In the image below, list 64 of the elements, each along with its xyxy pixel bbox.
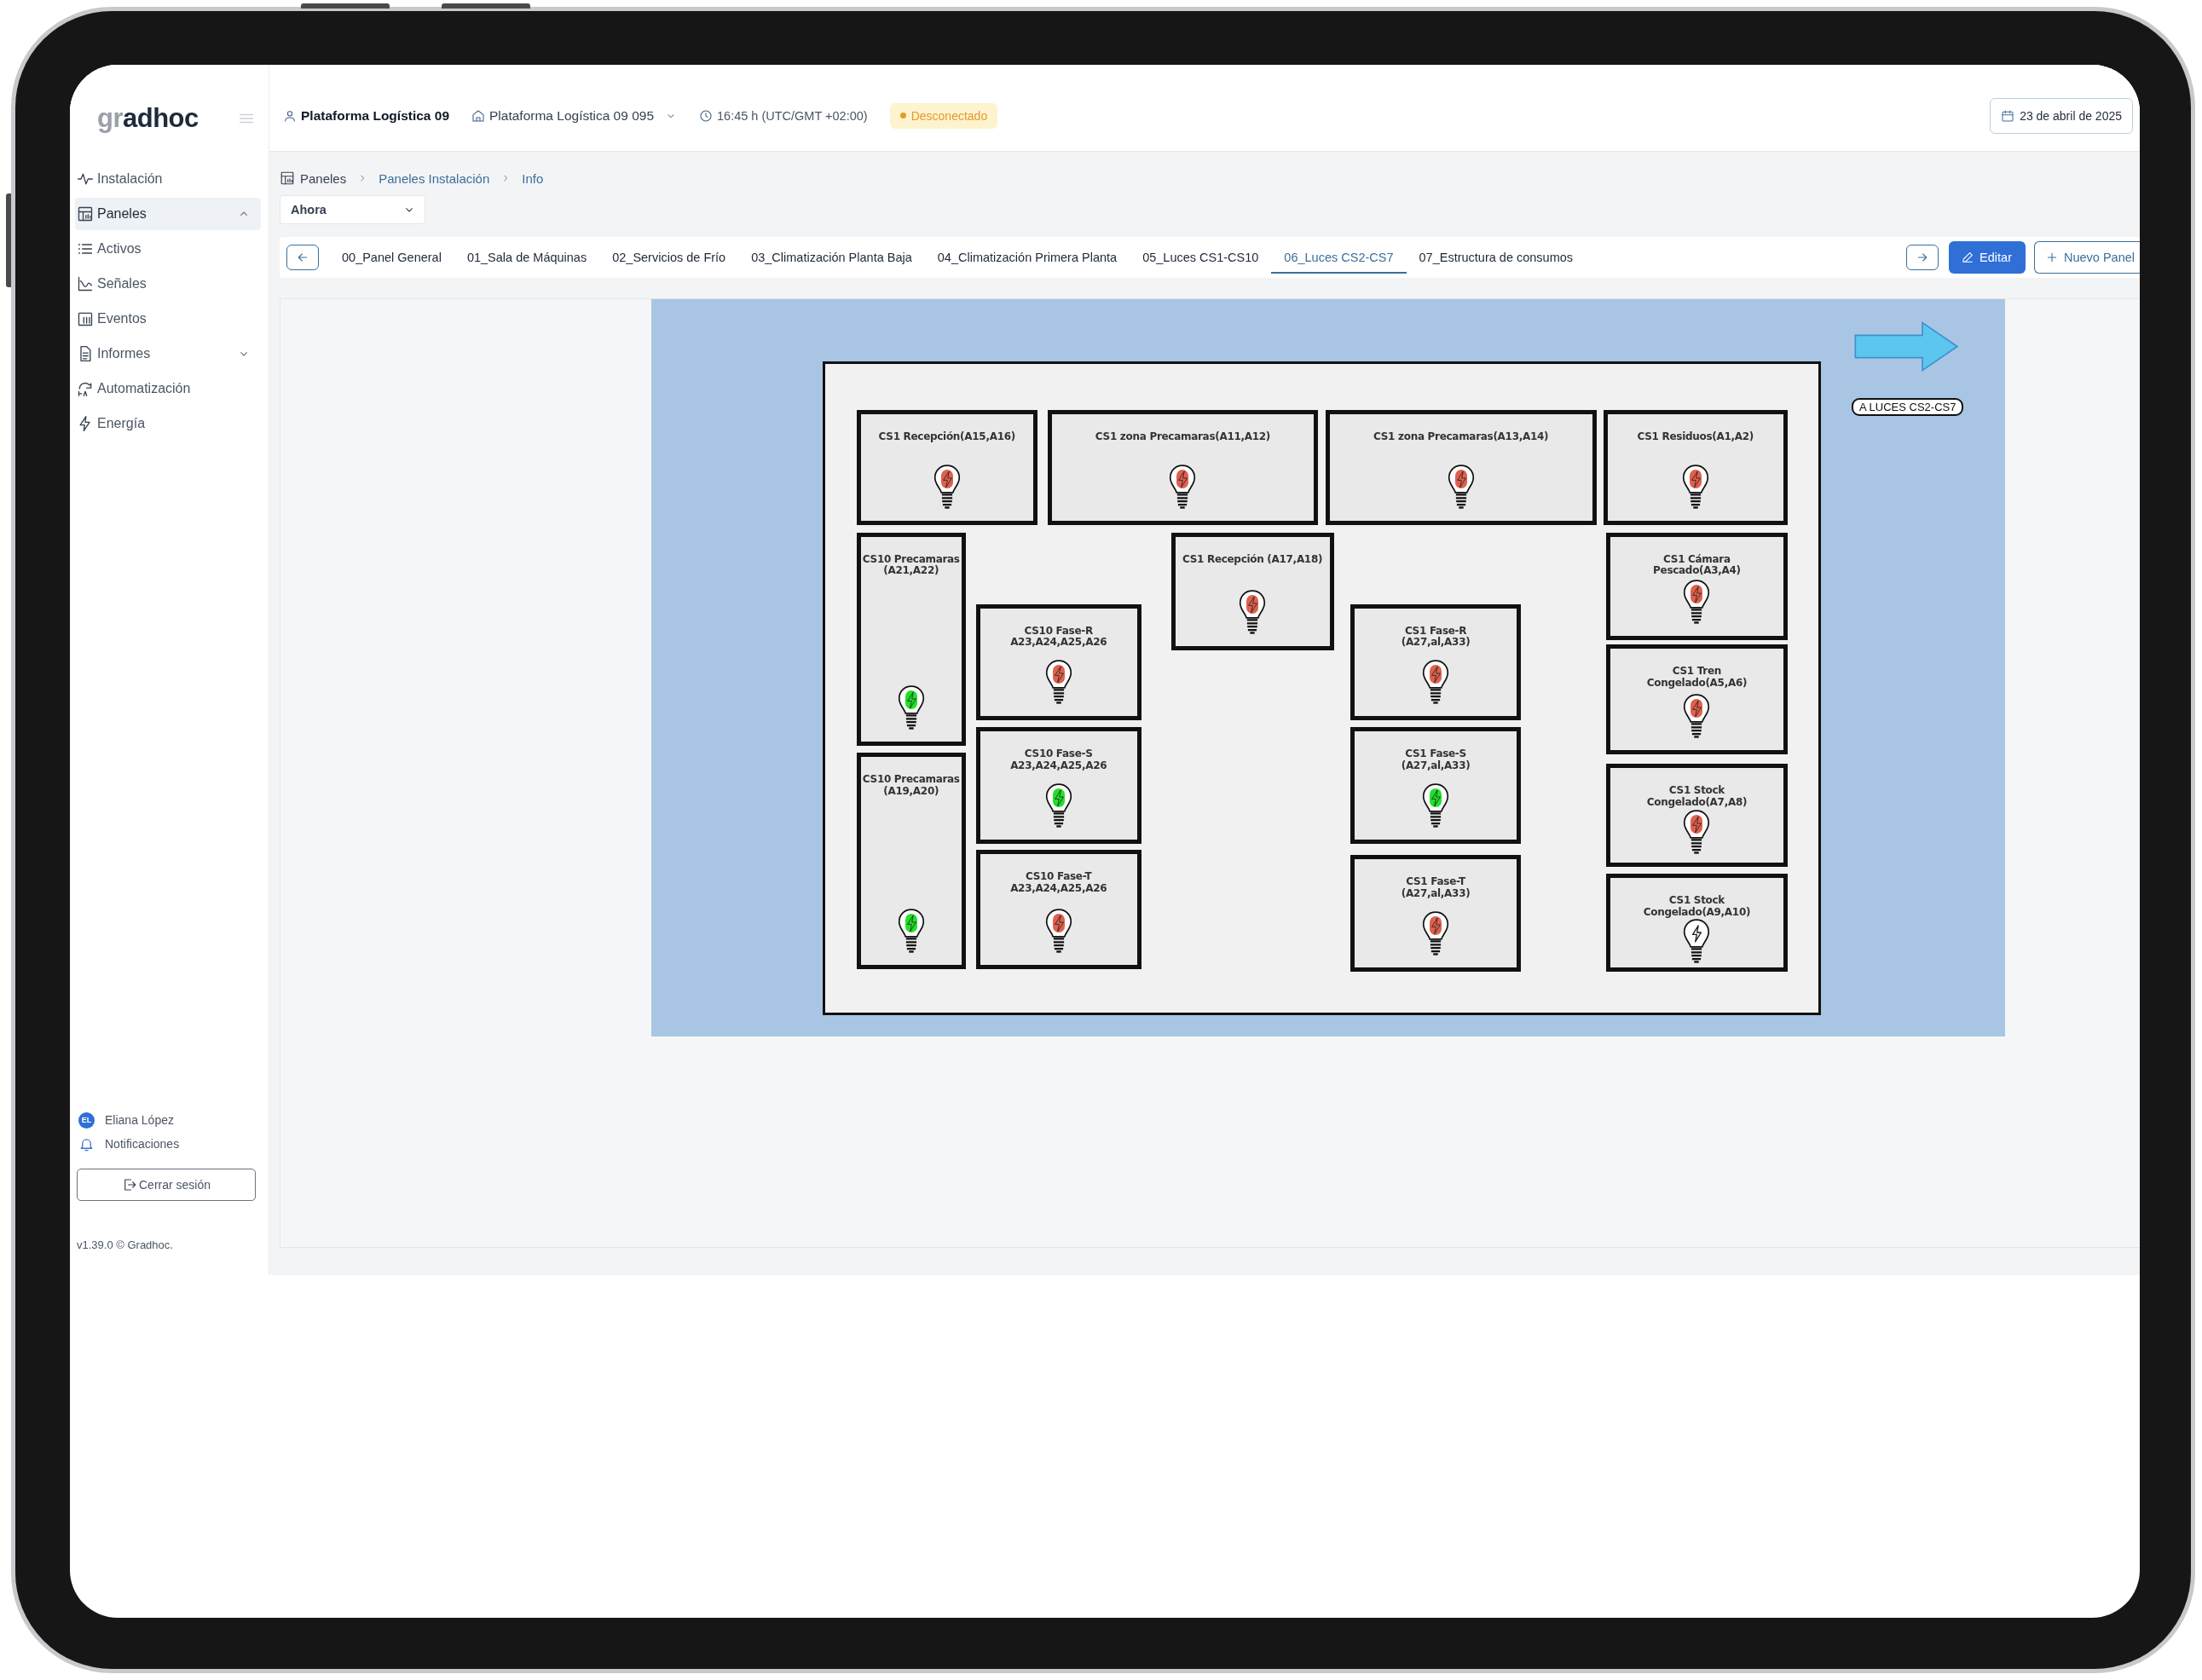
zone-label: CS1 zona Precamaras(A11,A12) bbox=[1095, 431, 1271, 443]
sidebar-item[interactable]: Instalación bbox=[75, 163, 261, 195]
zone-label: CS10 Precamaras (A19,A20) bbox=[862, 774, 960, 798]
chart-icon bbox=[77, 275, 94, 292]
calendar-icon bbox=[2001, 108, 2015, 123]
zone-label: CS1 Fase-S (A27,al,A33) bbox=[1401, 748, 1471, 772]
panel-tab[interactable]: 00_Panel General bbox=[329, 241, 454, 274]
arrow-left-icon bbox=[296, 251, 309, 264]
lightbulb-icon bbox=[1682, 918, 1712, 964]
zone-label: CS1 zona Precamaras(A13,A14) bbox=[1373, 431, 1549, 443]
time-text: 16:45 h (UTC/GMT +02:00) bbox=[717, 108, 868, 123]
zone-label: CS1 Fase-R (A27,al,A33) bbox=[1401, 625, 1471, 649]
pencil-icon bbox=[1961, 251, 1975, 264]
panel-tab[interactable]: 03_Climatización Planta Baja bbox=[738, 241, 925, 274]
zone-label: CS1 Stock Congelado(A9,A10) bbox=[1643, 894, 1751, 919]
user-icon bbox=[283, 108, 297, 123]
zone-label: CS10 Fase-R A23,A24,A25,A26 bbox=[1010, 625, 1107, 649]
sidebar-item[interactable]: Energía bbox=[75, 407, 261, 440]
back-button[interactable] bbox=[286, 245, 319, 270]
site-selector[interactable]: Plataforma Logística 09 095 bbox=[471, 107, 678, 124]
breadcrumb-link[interactable]: Info bbox=[522, 170, 544, 186]
new-panel-button[interactable]: Nuevo Panel bbox=[2033, 241, 2140, 274]
time-range-dropdown[interactable]: Ahora bbox=[280, 195, 425, 224]
zone-label: CS1 Recepción (A17,A18) bbox=[1182, 553, 1323, 566]
panel-tab[interactable]: 05_Luces CS1-CS10 bbox=[1130, 241, 1272, 274]
user-name: Eliana López bbox=[105, 1113, 174, 1127]
zone-label: CS10 Precamaras (A21,A22) bbox=[862, 553, 960, 578]
clock-icon bbox=[699, 108, 714, 123]
sidebar-item[interactable]: Informes bbox=[75, 338, 261, 370]
panel-tab[interactable]: 02_Servicios de Frío bbox=[599, 241, 739, 274]
logout-button[interactable]: Cerrar sesión bbox=[77, 1169, 256, 1201]
user-avatar: EL bbox=[78, 1111, 95, 1129]
zone-label: CS1 Recepción(A15,A16) bbox=[878, 431, 1015, 443]
zone-label: CS1 Residuos(A1,A2) bbox=[1637, 431, 1754, 443]
zone-label: CS1 Cámara Pescado(A3,A4) bbox=[1653, 553, 1741, 578]
edit-button[interactable]: Editar bbox=[1949, 241, 2026, 274]
panel-tab[interactable]: 07_Estructura de consumos bbox=[1406, 241, 1586, 274]
notifications-link[interactable]: Notificaciones bbox=[105, 1137, 180, 1151]
navigation-link[interactable]: A LUCES CS2-CS7 bbox=[1852, 398, 1964, 416]
zone-label: CS10 Fase-S A23,A24,A25,A26 bbox=[1010, 748, 1107, 772]
site-name: Plataforma Logística 09 bbox=[301, 107, 449, 124]
zone-label: CS10 Fase-T A23,A24,A25,A26 bbox=[1010, 870, 1107, 895]
sidebar-item[interactable]: Eventos bbox=[75, 303, 261, 335]
sidebar-item[interactable]: Activos bbox=[75, 233, 261, 265]
connection-badge: Desconectado bbox=[889, 102, 998, 129]
breadcrumb-link[interactable]: Paneles Instalación bbox=[379, 170, 490, 186]
breadcrumb-link[interactable]: Paneles bbox=[300, 170, 347, 186]
events-icon bbox=[77, 310, 94, 327]
zone-label: CS1 Tren Congelado(A5,A6) bbox=[1646, 666, 1748, 690]
zone-label: CS1 Stock Congelado(A7,A8) bbox=[1646, 785, 1748, 809]
zone-label: CS1 Fase-T (A27,al,A33) bbox=[1401, 876, 1471, 900]
grid-icon bbox=[77, 205, 94, 222]
sidebar-item[interactable]: Automatización bbox=[75, 372, 261, 405]
sidebar-item[interactable]: Paneles bbox=[75, 198, 261, 230]
panel-tab[interactable]: 06_Luces CS2-CS7 bbox=[1271, 241, 1407, 274]
sidebar-item[interactable]: Señales bbox=[75, 268, 261, 300]
panel-tab[interactable]: 01_Sala de Máquinas bbox=[454, 241, 600, 274]
grid-icon bbox=[280, 170, 295, 186]
forward-button[interactable] bbox=[1906, 245, 1939, 270]
date-button[interactable]: 23 de abril de 2025 bbox=[1990, 97, 2133, 134]
logout-icon bbox=[122, 1177, 137, 1192]
logo: gradhoc bbox=[97, 102, 199, 134]
panel-tab[interactable]: 04_Climatización Primera Planta bbox=[924, 241, 1130, 274]
version-text: v1.39.0 © Gradhoc. bbox=[77, 1238, 174, 1251]
